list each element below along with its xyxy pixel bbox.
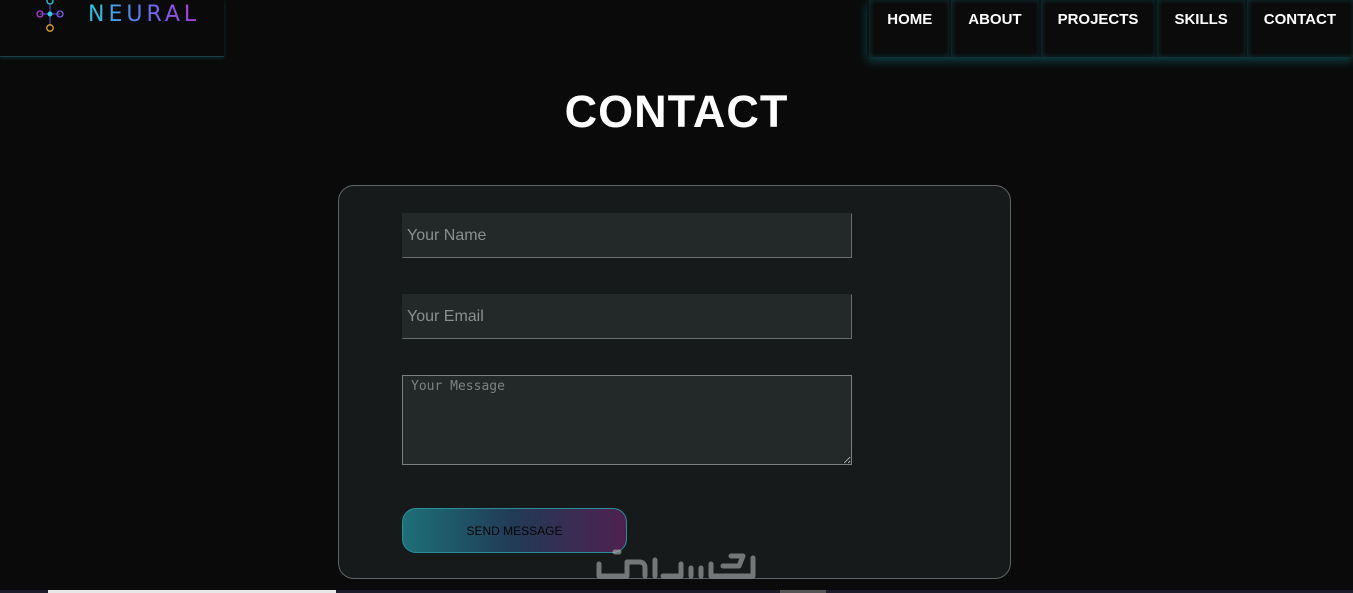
nav-item-contact[interactable]: CONTACT [1244, 0, 1353, 57]
logo[interactable]: NEURAL [0, 0, 224, 57]
contact-form: SEND MESSAGE [338, 185, 1011, 579]
main-nav: HOME ABOUT PROJECTS SKILLS CONTACT [867, 0, 1353, 57]
nav-item-projects[interactable]: PROJECTS [1038, 0, 1156, 57]
page-title: CONTACT [564, 86, 789, 137]
message-textarea[interactable] [402, 375, 852, 465]
email-input[interactable] [402, 294, 852, 339]
nav-item-about[interactable]: ABOUT [949, 0, 1038, 57]
page: NEURAL HOME ABOUT PROJECTS SKILLS CONTAC… [0, 0, 1353, 593]
logo-text: NEURAL [88, 2, 201, 27]
nav-item-skills[interactable]: SKILLS [1155, 0, 1244, 57]
network-nodes-icon [36, 0, 64, 32]
name-input[interactable] [402, 213, 852, 258]
nav-item-home[interactable]: HOME [867, 0, 949, 57]
watermark-logo [596, 549, 756, 579]
